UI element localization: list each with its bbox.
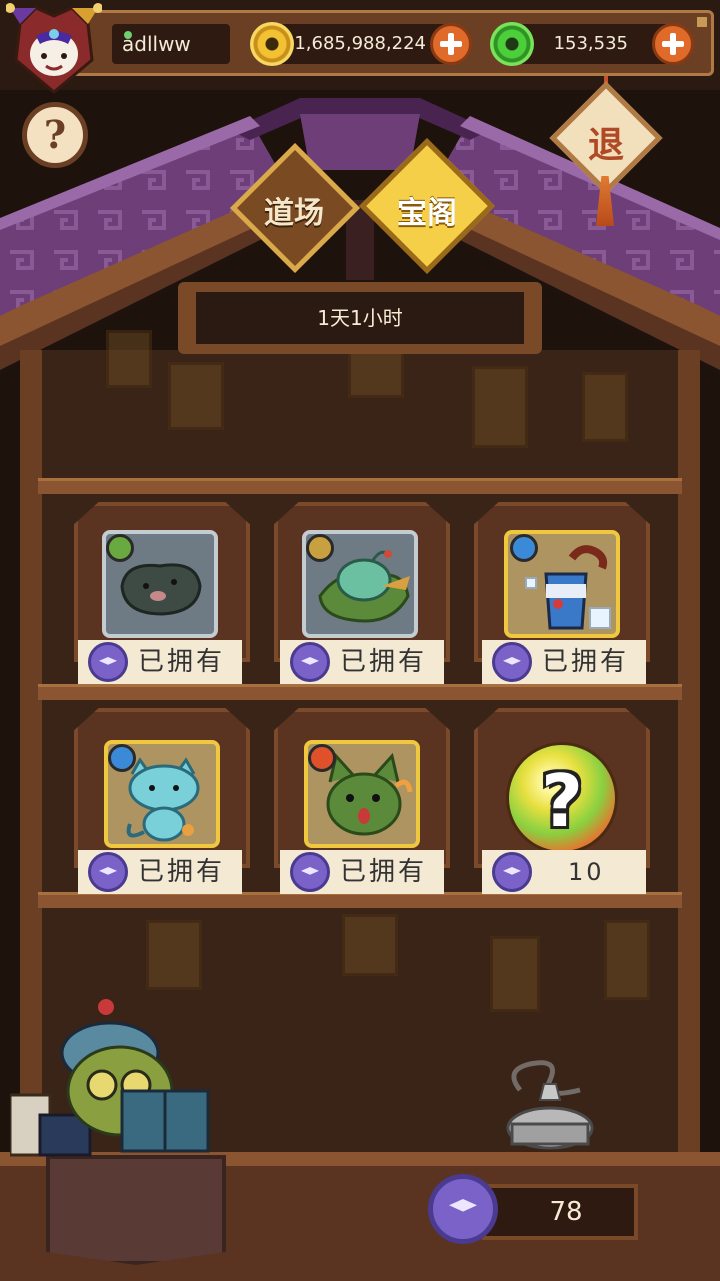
water-element-icon xyxy=(108,744,136,772)
wall-paper-decoration xyxy=(490,936,540,1012)
wall-paper-decoration xyxy=(604,920,650,1000)
gold-coin-icon xyxy=(250,22,294,66)
owned-text: 已拥有 xyxy=(340,857,428,887)
scholar-cap-icon xyxy=(290,642,330,682)
owned-text: 已拥有 xyxy=(340,647,428,677)
water-element-icon xyxy=(510,534,538,562)
username-label: adllww xyxy=(112,24,230,64)
shelf-plank xyxy=(38,684,682,700)
wall-paper-decoration xyxy=(146,920,202,990)
scholar-cap-icon xyxy=(88,852,128,892)
price-text: 10 xyxy=(568,858,605,886)
online-indicator xyxy=(124,31,132,39)
pig-creature-icon xyxy=(120,563,202,616)
scholar-cap-icon xyxy=(492,852,532,892)
item-price-label: 10 xyxy=(482,850,646,894)
wall-paper-decoration xyxy=(106,330,152,388)
exit-button[interactable]: 退 xyxy=(556,116,656,168)
wall-paper-decoration xyxy=(342,914,398,976)
tab-dojo[interactable]: 道场 xyxy=(234,188,354,232)
earth-element-icon xyxy=(306,534,334,562)
refresh-timer: 1天1小时 xyxy=(196,292,524,344)
scholar-token-icon xyxy=(428,1174,498,1244)
jade-coin-icon xyxy=(490,22,534,66)
scholar-cap-icon xyxy=(88,642,128,682)
owned-text: 已拥有 xyxy=(542,647,630,677)
leaf-element-icon xyxy=(106,534,134,562)
add-jade-button[interactable] xyxy=(652,23,694,65)
fire-element-icon xyxy=(308,744,336,772)
scholar-character-icon xyxy=(10,999,210,1157)
incense-burner-icon xyxy=(506,1060,594,1150)
mystery-orb-item[interactable]: ? xyxy=(506,742,618,854)
shelf-plank xyxy=(38,478,682,494)
item-status-label: 已拥有 xyxy=(280,850,444,894)
shelf-plank xyxy=(38,892,682,908)
item-status-label: 已拥有 xyxy=(78,640,242,684)
scholar-cap-icon xyxy=(492,642,532,682)
question-mark-icon: ? xyxy=(541,759,583,843)
owned-text: 已拥有 xyxy=(138,857,226,887)
owned-text: 已拥有 xyxy=(138,647,226,677)
add-gold-button[interactable] xyxy=(430,23,472,65)
item-status-label: 已拥有 xyxy=(482,640,646,684)
wall-paper-decoration xyxy=(582,372,628,442)
wall-paper-decoration xyxy=(168,362,224,430)
hanging-banner xyxy=(46,1155,226,1265)
tab-treasure-pavilion[interactable]: 宝阁 xyxy=(367,188,487,232)
scholar-cap-icon xyxy=(290,852,330,892)
item-status-label: 已拥有 xyxy=(280,640,444,684)
wall-paper-decoration xyxy=(472,366,528,448)
item-status-label: 已拥有 xyxy=(78,850,242,894)
scholar-points-amount: 78 xyxy=(482,1184,638,1240)
